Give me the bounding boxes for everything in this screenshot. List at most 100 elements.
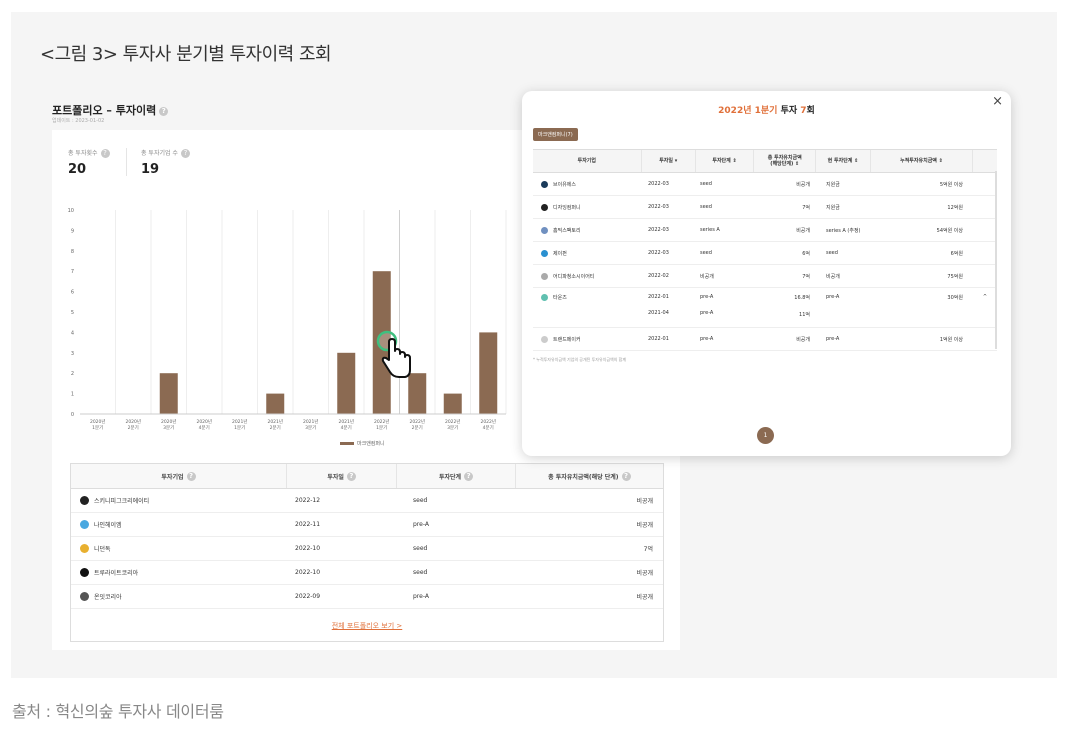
- cell-amount: 비공개: [636, 594, 653, 601]
- table-row[interactable]: 나인헤이엠 2022-11 pre-A 비공개: [71, 513, 663, 537]
- expand-toggle[interactable]: ^: [983, 294, 987, 300]
- cell-stage: seed: [696, 250, 754, 256]
- cell-company: 브이유에스: [533, 180, 642, 188]
- amount-value: 비공개: [796, 336, 810, 343]
- cell-date: 2022-02: [642, 273, 696, 279]
- modal-footnote: * 누적투자유치금액 기업의 공개된 투자유치금액의 합계: [533, 357, 626, 362]
- cell-stage: seed: [413, 545, 428, 552]
- company-logo-icon: [80, 592, 89, 601]
- cell-date: 2022-01: [642, 336, 696, 342]
- mcol-date[interactable]: 투자일 ▾: [642, 150, 696, 172]
- modal-table-row[interactable]: 어디파청소시이어티 2022-02 비공개 7억 비공개 75억원: [533, 265, 997, 288]
- modal-scrollbar[interactable]: [995, 171, 997, 349]
- pagination-page-1[interactable]: 1: [757, 427, 774, 444]
- help-icon[interactable]: ?: [180, 149, 190, 158]
- help-icon[interactable]: ?: [100, 149, 110, 158]
- help-icon[interactable]: ?: [346, 471, 356, 481]
- company-name: 홈믹스팩토리: [553, 227, 581, 234]
- company-logo-icon: [541, 249, 548, 257]
- col-company[interactable]: 투자기업?: [71, 464, 287, 488]
- table-row[interactable]: 니던독 2022-10 seed 7억: [71, 537, 663, 561]
- x-tick-label: 2021년: [303, 418, 319, 425]
- company-logo-icon: [541, 335, 548, 343]
- mcol-cumulative[interactable]: 누적투자유치금액 ⇕: [871, 150, 974, 172]
- stat-label-text: 총 투자횟수: [68, 150, 98, 157]
- cell-amount: 비공개: [636, 570, 653, 577]
- mcol-stage[interactable]: 투자단계 ⇕: [696, 150, 755, 172]
- help-icon[interactable]: ?: [159, 106, 169, 116]
- company-name: 트랜드메이커: [553, 336, 581, 343]
- help-icon[interactable]: ?: [621, 471, 631, 481]
- x-tick-label: 2022년: [480, 418, 496, 425]
- col-stage[interactable]: 투자단계?: [397, 464, 516, 488]
- table-header: 투자기업? 투자일? 투자단계? 총 투자유치금액(해당 단계)?: [71, 464, 663, 489]
- company-name: 디자잉컴퍼니: [553, 204, 581, 211]
- mcol-company[interactable]: 투자기업: [533, 150, 642, 172]
- bar[interactable]: [479, 332, 498, 414]
- cell-amount: 7억: [754, 204, 816, 211]
- table-row[interactable]: 온잇코리아 2022-09 pre-A 비공개: [71, 585, 663, 609]
- stat-value: 19: [141, 162, 160, 177]
- stat-label: 총 투자기업 수?: [141, 148, 190, 158]
- amount-value: 7억: [802, 204, 810, 211]
- modal-table-row[interactable]: 디자잉컴퍼니 2022-03 seed 7억 지원금 12억원: [533, 196, 997, 219]
- investment-bar-chart: 0123456789102020년1분기2020년2분기2020년3분기2020…: [68, 208, 507, 431]
- legend-swatch: [340, 442, 354, 445]
- help-icon[interactable]: ?: [186, 471, 196, 481]
- x-tick-label: 2분기: [128, 424, 139, 431]
- cell-company: 디자잉컴퍼니: [533, 203, 642, 211]
- table-row[interactable]: 트루라이트코리아 2022-10 seed 비공개: [71, 561, 663, 585]
- close-icon[interactable]: ×: [992, 94, 1003, 109]
- y-tick-label: 9: [71, 228, 74, 234]
- cell-current-stage: 비공개: [826, 273, 840, 280]
- col-date[interactable]: 투자일?: [287, 464, 398, 488]
- mcol-amount[interactable]: 총 투자유치금액 (해당단계) ⇕: [754, 150, 817, 172]
- portfolio-title-text: 포트폴리오 – 투자이력: [52, 104, 157, 117]
- company-logo-icon: [541, 180, 548, 188]
- bar[interactable]: [443, 393, 462, 414]
- company-logo-icon: [80, 568, 89, 577]
- bar[interactable]: [266, 393, 285, 414]
- cell-stage: seed: [413, 497, 428, 504]
- col-amount[interactable]: 총 투자유치금액(해당 단계)?: [516, 464, 663, 488]
- cell-stage: seed: [413, 569, 428, 576]
- cell-stage: pre-A: [696, 336, 754, 342]
- company-name: 타운즈: [553, 295, 567, 301]
- table-row[interactable]: 스키니피그크리에이티 2022-12 seed 비공개: [71, 489, 663, 513]
- cell-stage: 비공개: [696, 273, 754, 280]
- modal-table-row[interactable]: 타운즈 2022-01 2021-04 pre-A pre-A 16.8억 11억 pre-A…: [533, 288, 997, 328]
- modal-table-body: 브이유에스 2022-03 seed 비공개 지원금 5억원 이상 디자잉컴퍼니 2022-0…: [533, 173, 997, 351]
- portfolio-date: 업데이트 : 2023-01-02: [52, 118, 105, 124]
- col-company-label: 투자기업: [161, 473, 184, 481]
- view-all-portfolio-link[interactable]: 전체 포트폴리오 보기 >: [71, 621, 663, 631]
- cell-cumulative: 1억원 이상: [939, 336, 963, 343]
- cell-stage: pre-A: [413, 521, 429, 528]
- x-tick-label: 1분기: [234, 424, 245, 431]
- x-tick-label: 2분기: [270, 424, 281, 431]
- x-tick-label: 2021년: [338, 418, 354, 425]
- modal-table-row[interactable]: 홈믹스팩토리 2022-03 series A 비공개 series A (추정) 54억…: [533, 219, 997, 242]
- stage-value: pre-A: [700, 294, 714, 300]
- bar[interactable]: [159, 373, 178, 414]
- modal-table-row[interactable]: 트랜드메이커 2022-01 pre-A 비공개 pre-A 1억원 이상: [533, 328, 997, 351]
- y-tick-label: 3: [71, 351, 74, 357]
- cell-amount: 7억: [643, 546, 653, 553]
- modal-title-suffix: 회: [806, 106, 815, 116]
- company-filter-tag[interactable]: 마크앤컴퍼니(7): [533, 128, 578, 141]
- mcol-current-stage[interactable]: 현 투자단계 ⇕: [816, 150, 871, 172]
- cell-current-stage: pre-A: [826, 294, 840, 300]
- cell-current-stage: series A (추정): [826, 227, 861, 234]
- company-name: 어디파청소시이어티: [553, 273, 595, 280]
- modal-table-row[interactable]: 제이펀 2022-03 seed 6억 seed 6억원: [533, 242, 997, 265]
- cell-company: 온잇코리아: [71, 592, 287, 601]
- stage-value: pre-A: [700, 336, 714, 342]
- cell-company: 트루라이트코리아: [71, 568, 287, 577]
- cell-date: 2022-03: [642, 181, 696, 187]
- chevron-up-icon[interactable]: ^: [973, 294, 997, 300]
- help-icon[interactable]: ?: [464, 471, 474, 481]
- bar[interactable]: [337, 352, 356, 414]
- date-value: 2022-01: [648, 294, 669, 300]
- modal-table-row[interactable]: 브이유에스 2022-03 seed 비공개 지원금 5억원 이상: [533, 173, 997, 196]
- stage-value: seed: [700, 181, 712, 187]
- col-stage-label: 투자단계: [439, 473, 462, 481]
